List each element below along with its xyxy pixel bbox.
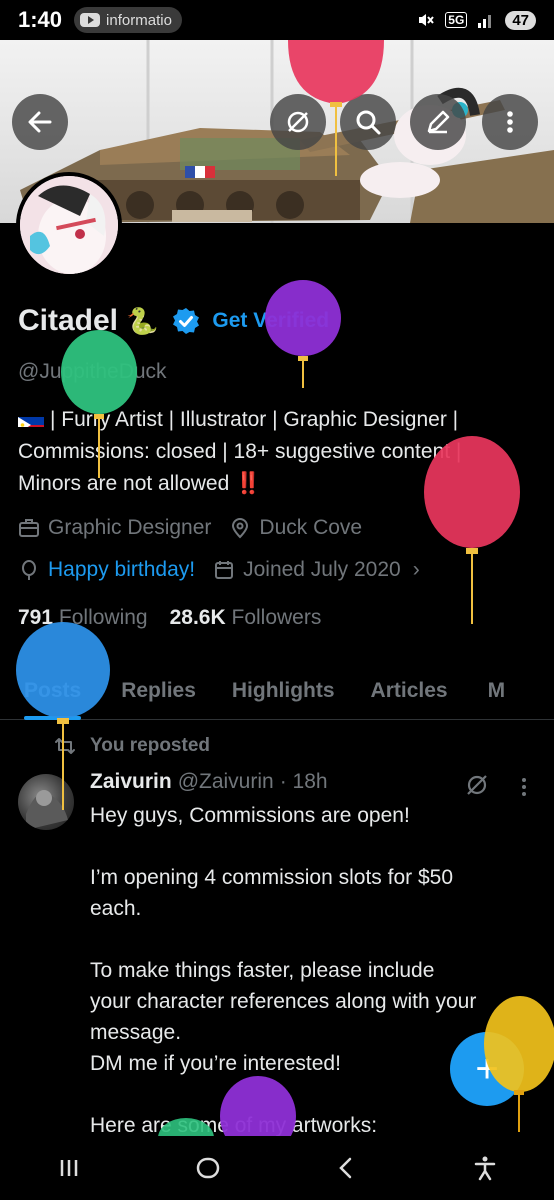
following-link[interactable]: 791 Following bbox=[18, 606, 148, 630]
followers-count: 28.6K bbox=[169, 606, 226, 629]
post-line: I’m opening 4 commission slots for $50 bbox=[90, 866, 453, 889]
joined-text: Joined July 2020 bbox=[243, 558, 401, 581]
search-icon bbox=[356, 110, 381, 135]
philippines-flag-icon bbox=[18, 411, 44, 427]
balloon-icon bbox=[22, 560, 36, 580]
mute-icon bbox=[419, 14, 435, 26]
system-nav-bar bbox=[0, 1136, 554, 1200]
tab-posts[interactable]: Posts bbox=[24, 662, 82, 720]
post-header: Zaivurin @Zaivurin · 18h bbox=[90, 770, 328, 794]
get-verified-link[interactable]: Get Verified bbox=[212, 309, 329, 333]
notification-pill[interactable]: informatio bbox=[74, 7, 182, 33]
location-pin-icon bbox=[232, 518, 249, 539]
chevron-right-icon[interactable]: › bbox=[413, 558, 420, 582]
notification-text: informatio bbox=[106, 11, 172, 29]
more-options-button[interactable] bbox=[482, 94, 538, 150]
profile-name-row: Citadel 🐍 Get Verified bbox=[18, 304, 329, 338]
post-line: Hey guys, Commissions are open! bbox=[90, 804, 410, 827]
profile-tabs: Posts Replies Highlights Articles M bbox=[0, 662, 554, 720]
followers-link[interactable]: 28.6K Followers bbox=[170, 606, 322, 630]
tab-highlights[interactable]: Highlights bbox=[232, 662, 335, 720]
post-line: each. bbox=[90, 897, 142, 920]
signal-icon bbox=[478, 15, 492, 28]
home-icon[interactable] bbox=[194, 1154, 222, 1182]
joined-item: Joined July 2020 › bbox=[213, 558, 420, 582]
profession-text: Graphic Designer bbox=[48, 516, 212, 539]
youtube-icon bbox=[80, 13, 101, 27]
birthday-text[interactable]: Happy birthday! bbox=[48, 558, 195, 582]
post-author-avatar[interactable] bbox=[18, 774, 74, 830]
compose-button[interactable]: + bbox=[450, 1032, 524, 1106]
bio-line-1: | Furry Artist | Illustrator | Graphic D… bbox=[18, 404, 538, 436]
pencil-icon bbox=[427, 110, 450, 134]
grok-icon bbox=[287, 111, 309, 133]
followers-label: Followers bbox=[231, 606, 322, 629]
search-button[interactable] bbox=[340, 94, 396, 150]
bio-line-3: Minors are not allowed ‼️ bbox=[18, 468, 538, 500]
snake-emoji: 🐍 bbox=[126, 305, 159, 336]
avatar-artwork bbox=[20, 176, 118, 274]
tab-articles[interactable]: Articles bbox=[371, 662, 448, 720]
follow-counts: 791 Following 28.6K Followers bbox=[18, 606, 321, 630]
edit-button[interactable] bbox=[410, 94, 466, 150]
tab-more[interactable]: M bbox=[488, 662, 506, 720]
profession-item: Graphic Designer bbox=[18, 516, 211, 540]
profile-meta-row-2: Happy birthday! Joined July 2020 › bbox=[18, 558, 438, 582]
profile-avatar[interactable] bbox=[16, 172, 122, 278]
recent-apps-icon[interactable] bbox=[55, 1154, 83, 1182]
profile-bio: | Furry Artist | Illustrator | Graphic D… bbox=[18, 404, 538, 500]
back-icon[interactable] bbox=[332, 1154, 360, 1182]
location-text: Duck Cove bbox=[259, 516, 363, 539]
grok-icon[interactable] bbox=[464, 772, 490, 798]
avatar-artwork bbox=[26, 790, 68, 830]
profile-name: Citadel bbox=[18, 304, 119, 337]
following-count: 791 bbox=[18, 606, 54, 629]
grok-button[interactable] bbox=[270, 94, 326, 150]
double-exclamation-emoji: ‼️ bbox=[235, 472, 262, 495]
bio-text-1: | Furry Artist | Illustrator | Graphic D… bbox=[50, 408, 459, 431]
bio-text-2: Commissions: closed | 18+ suggestive con… bbox=[18, 440, 462, 463]
following-label: Following bbox=[58, 606, 148, 629]
bio-text-3: Minors are not allowed bbox=[18, 472, 230, 495]
repost-indicator: You reposted bbox=[54, 735, 210, 757]
more-vertical-icon bbox=[507, 111, 513, 133]
location-item: Duck Cove bbox=[229, 516, 362, 540]
post-time: · 18h bbox=[279, 770, 328, 793]
post-more-icon[interactable] bbox=[514, 776, 534, 798]
status-icons: 5G 47 bbox=[415, 10, 536, 30]
repost-label: You reposted bbox=[90, 735, 210, 756]
network-label: 5G bbox=[445, 12, 468, 28]
briefcase-icon bbox=[19, 519, 39, 537]
tab-replies[interactable]: Replies bbox=[121, 662, 196, 720]
calendar-icon bbox=[215, 561, 234, 579]
post-line: your character references along with you… bbox=[90, 990, 477, 1013]
arrow-left-icon bbox=[28, 111, 52, 133]
profile-handle: @JuppitheDuck bbox=[18, 360, 167, 383]
profile-meta-row-1: Graphic Designer Duck Cove bbox=[18, 516, 380, 540]
accessibility-icon[interactable] bbox=[471, 1154, 499, 1182]
status-bar: 1:40 informatio 5G 47 bbox=[0, 0, 554, 40]
repost-icon bbox=[55, 738, 75, 754]
status-time: 1:40 bbox=[18, 7, 63, 32]
post-line: To make things faster, please include bbox=[90, 959, 435, 982]
post-author-handle[interactable]: @Zaivurin bbox=[178, 770, 274, 794]
battery-level: 47 bbox=[505, 10, 536, 30]
verified-badge-icon[interactable] bbox=[172, 307, 200, 335]
back-button[interactable] bbox=[12, 94, 68, 150]
birthday-item[interactable]: Happy birthday! bbox=[18, 558, 195, 582]
post-author-name[interactable]: Zaivurin bbox=[90, 770, 172, 794]
